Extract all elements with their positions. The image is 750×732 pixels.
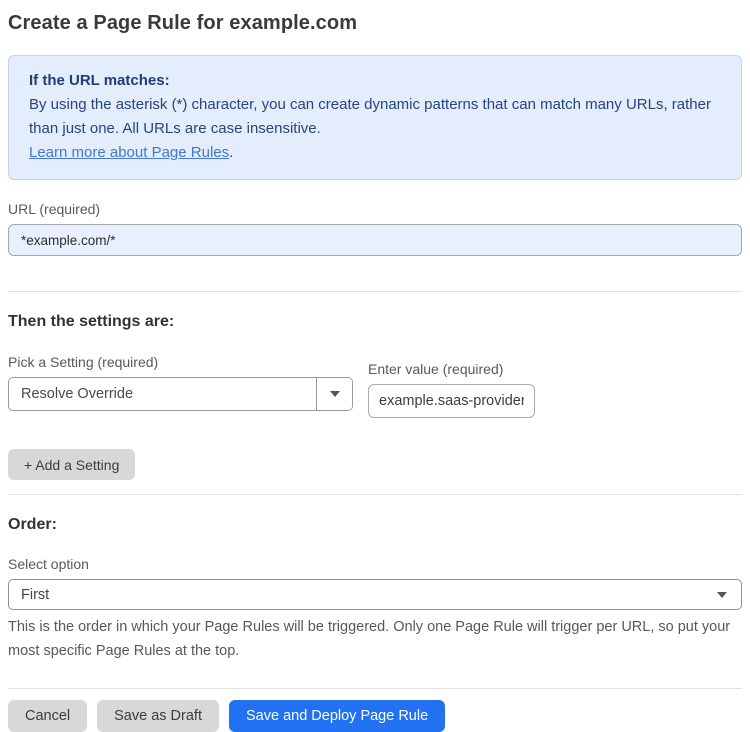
setting-column: Pick a Setting (required) Resolve Overri…: [8, 354, 353, 418]
setting-value-input[interactable]: [368, 384, 535, 418]
save-deploy-button[interactable]: Save and Deploy Page Rule: [228, 700, 446, 732]
order-select-label: Select option: [8, 556, 89, 572]
info-box-heading: If the URL matches:: [29, 72, 170, 89]
setting-select-label: Pick a Setting (required): [8, 354, 159, 370]
order-select-value: First: [21, 586, 50, 603]
url-field-label: URL (required): [8, 201, 101, 217]
setting-select-arrow-button[interactable]: [316, 378, 352, 410]
section-divider: [8, 291, 742, 292]
setting-select-value: Resolve Override: [21, 386, 134, 402]
save-draft-button[interactable]: Save as Draft: [97, 700, 219, 732]
section-divider: [8, 494, 742, 495]
link-period: .: [229, 144, 234, 161]
footer-actions: Cancel Save as Draft Save and Deploy Pag…: [8, 700, 742, 732]
info-box-body: By using the asterisk (*) character, you…: [29, 96, 711, 137]
value-field-label: Enter value (required): [368, 361, 504, 377]
order-section-heading: Order:: [8, 516, 57, 533]
setting-select[interactable]: Resolve Override: [8, 377, 353, 411]
footer-divider: [8, 688, 742, 689]
page-rule-form: Create a Page Rule for example.com If th…: [0, 0, 750, 732]
info-box-link-line: Learn more about Page Rules.: [29, 141, 721, 165]
cancel-button[interactable]: Cancel: [8, 700, 88, 732]
value-column: Enter value (required): [368, 361, 535, 418]
learn-more-link[interactable]: Learn more about Page Rules: [29, 144, 229, 161]
add-setting-button[interactable]: + Add a Setting: [8, 449, 136, 480]
order-help-text: This is the order in which your Page Rul…: [8, 619, 731, 659]
settings-section-heading: Then the settings are:: [8, 313, 175, 330]
chevron-down-icon: [329, 391, 340, 397]
settings-row: Pick a Setting (required) Resolve Overri…: [8, 354, 742, 418]
page-title: Create a Page Rule for example.com: [8, 12, 358, 34]
url-input[interactable]: [8, 224, 742, 256]
chevron-down-icon: [717, 592, 727, 598]
order-select[interactable]: First: [8, 579, 742, 610]
url-match-info-box: If the URL matches: By using the asteris…: [8, 55, 742, 180]
